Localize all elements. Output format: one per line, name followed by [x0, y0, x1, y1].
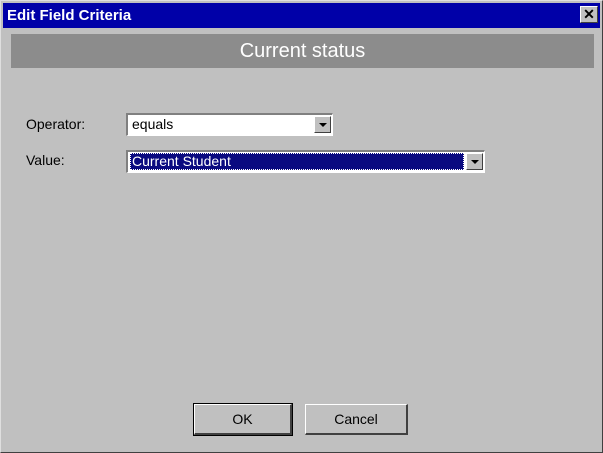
title-bar[interactable]: Edit Field Criteria ✕: [3, 3, 600, 28]
operator-label: Operator:: [26, 116, 86, 132]
edit-field-criteria-dialog: Edit Field Criteria ✕ Current status Ope…: [0, 0, 603, 453]
operator-dropdown[interactable]: equals: [126, 113, 333, 136]
value-selected: Current Student: [130, 153, 464, 170]
value-dropdown-button[interactable]: [466, 153, 483, 170]
criteria-title: Current status: [239, 40, 366, 62]
chevron-down-icon: [471, 160, 479, 164]
operator-value: equals: [132, 116, 174, 132]
operator-dropdown-button[interactable]: [314, 116, 331, 133]
close-icon: ✕: [583, 6, 595, 22]
value-dropdown[interactable]: Current Student: [126, 150, 485, 173]
criteria-header: Current status: [11, 34, 594, 68]
chevron-down-icon: [319, 123, 327, 127]
window-title: Edit Field Criteria: [7, 7, 132, 24]
ok-button[interactable]: OK: [193, 403, 293, 436]
close-button[interactable]: ✕: [580, 6, 598, 23]
cancel-button[interactable]: Cancel: [305, 404, 408, 435]
value-label: Value:: [26, 152, 65, 168]
